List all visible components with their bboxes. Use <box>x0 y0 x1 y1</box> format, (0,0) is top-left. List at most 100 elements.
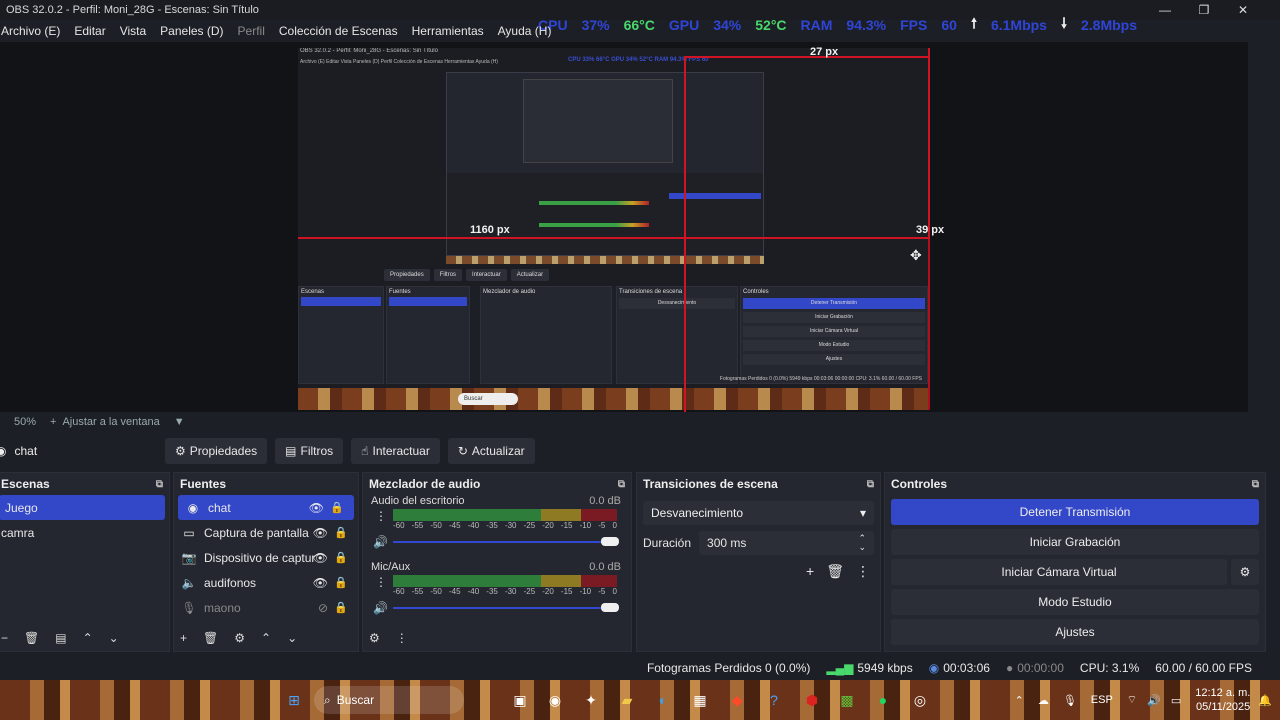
spotify-icon[interactable]: ● <box>871 688 895 712</box>
spinner-icon[interactable]: ⌃ ⌄ <box>858 534 866 552</box>
menu-tools[interactable]: Herramientas <box>405 24 491 38</box>
menu-docks[interactable]: Paneles (D) <box>153 24 230 38</box>
visibility-eye-icon[interactable]: 👁 <box>313 526 328 540</box>
zoom-dropdown-icon[interactable]: ▼ <box>174 416 185 428</box>
advanced-audio-icon[interactable]: ⚙ <box>369 631 380 645</box>
source-item[interactable]: 📷 Dispositivo de captura 👁 🔒 <box>174 545 358 570</box>
task-view-icon[interactable]: ▣ <box>508 688 532 712</box>
volume-slider[interactable] <box>393 541 617 543</box>
zoom-plus-icon[interactable]: + <box>50 416 56 428</box>
track-menu-icon[interactable]: ⋮ <box>375 575 387 589</box>
cloud-icon[interactable]: ☁ <box>1038 694 1049 707</box>
app-icon[interactable]: ⬢ <box>800 688 824 712</box>
wifi-icon[interactable]: ⌔ <box>1127 693 1137 707</box>
undock-icon[interactable]: ⧉ <box>867 479 874 490</box>
chrome-icon[interactable]: ◉ <box>543 688 567 712</box>
volume-slider[interactable] <box>393 607 617 609</box>
maximize-button[interactable]: ❐ <box>1184 0 1224 20</box>
trash-icon[interactable]: 🗑 <box>24 631 39 645</box>
track-menu-icon[interactable]: ⋮ <box>375 509 387 523</box>
nested-preview-source[interactable]: OBS 32.0.2 - Perfil: Moni_28G - Escenas:… <box>298 48 930 410</box>
cpu-usage: CPU: 3.1% <box>1079 661 1140 675</box>
speaker-icon[interactable]: 🔊 <box>373 601 388 615</box>
trash-icon[interactable]: 🗑 <box>826 563 844 580</box>
transition-menu-icon[interactable]: ⋮ <box>856 563 870 580</box>
studio-mode-button[interactable]: Modo Estudio <box>891 589 1259 615</box>
volume-slider-handle[interactable] <box>601 603 619 612</box>
lock-icon[interactable]: 🔒 <box>334 526 348 539</box>
mixer-menu-icon[interactable]: ⋮ <box>396 631 408 645</box>
edge-icon[interactable]: ◐ <box>651 688 675 712</box>
menu-help[interactable]: Ayuda (H) <box>491 24 559 38</box>
stop-streaming-button[interactable]: Detener Transmisión <box>891 499 1259 525</box>
zoom-fit[interactable]: Ajustar a la ventana <box>62 416 159 428</box>
taskbar-search[interactable]: ⌕ Buscar <box>314 686 464 714</box>
battery-icon[interactable]: ▭ <box>1171 694 1181 707</box>
source-item[interactable]: 🔈 audifonos 👁 🔒 <box>174 570 358 595</box>
lock-icon[interactable]: 🔒 <box>334 601 348 614</box>
add-source-icon[interactable]: + <box>180 631 187 645</box>
scene-item[interactable]: Juego <box>0 495 165 520</box>
copilot-icon[interactable]: ✦ <box>579 688 603 712</box>
refresh-button[interactable]: ↻ Actualizar <box>447 438 535 464</box>
source-item[interactable]: ◉ chat 👁 🔒 <box>178 495 354 520</box>
obs-icon[interactable]: ◎ <box>908 688 932 712</box>
speaker-icon[interactable]: 🔊 <box>373 535 388 549</box>
menu-profile[interactable]: Perfil <box>231 24 272 38</box>
undock-icon[interactable]: ⧉ <box>1252 479 1259 490</box>
lock-icon[interactable]: 🔒 <box>330 501 344 514</box>
settings-button[interactable]: Ajustes <box>891 619 1259 645</box>
volume-icon[interactable]: 🔊 <box>1147 694 1161 707</box>
move-up-icon[interactable]: ⌃ <box>83 631 93 645</box>
clock[interactable]: 12:12 a. m. 05/11/2025 <box>1195 686 1250 714</box>
start-virtual-camera-button[interactable]: Iniciar Cámara Virtual <box>891 559 1227 585</box>
undock-icon[interactable]: ⧉ <box>156 479 163 490</box>
language-indicator[interactable]: ESP <box>1091 694 1113 706</box>
source-item[interactable]: ▭ Captura de pantalla 👁 🔒 <box>174 520 358 545</box>
scene-item[interactable]: camra <box>0 520 169 545</box>
track-db: 0.0 dB <box>589 561 621 573</box>
app-red-icon[interactable]: ◆ <box>725 688 749 712</box>
move-up-icon[interactable]: ⌃ <box>261 631 271 645</box>
game-icon[interactable]: ▩ <box>835 688 859 712</box>
visibility-eye-icon[interactable]: 👁 <box>313 576 328 590</box>
menu-view[interactable]: Vista <box>113 24 153 38</box>
source-item[interactable]: 🎙 maono ⊘ 🔒 <box>174 595 358 620</box>
lock-icon[interactable]: 🔒 <box>334 551 348 564</box>
undock-icon[interactable]: ⧉ <box>618 479 625 490</box>
add-transition-icon[interactable]: + <box>806 563 814 580</box>
visibility-eye-icon[interactable]: 👁 <box>313 551 328 565</box>
hidden-eye-icon[interactable]: ⊘ <box>318 601 328 615</box>
scene-filters-icon[interactable]: ▤ <box>55 631 66 645</box>
close-button[interactable]: ✕ <box>1223 0 1263 20</box>
windows-start-icon[interactable]: ⊞ <box>282 688 306 712</box>
store-icon[interactable]: ▦ <box>688 688 712 712</box>
gpu-temp: 52°C <box>755 17 787 33</box>
menu-edit[interactable]: Editar <box>67 24 112 38</box>
zoom-level[interactable]: 50% <box>14 416 36 428</box>
duration-input[interactable]: 300 ms ⌃ ⌄ <box>699 531 874 555</box>
interact-button[interactable]: ☝ Interactuar <box>351 438 440 464</box>
gear-icon[interactable]: ⚙ <box>234 631 245 645</box>
volume-slider-handle[interactable] <box>601 537 619 546</box>
notification-icon[interactable]: 🔔 <box>1258 694 1272 707</box>
start-recording-button[interactable]: Iniciar Grabación <box>891 529 1259 555</box>
chevron-up-icon[interactable]: ⌃ <box>1015 694 1024 707</box>
transition-select[interactable]: Desvanecimiento ▾ <box>643 501 874 525</box>
file-explorer-icon[interactable]: ▰ <box>615 688 639 712</box>
help-icon[interactable]: ? <box>762 688 786 712</box>
minimize-button[interactable]: — <box>1145 0 1185 20</box>
preview-scrollbar[interactable] <box>1248 42 1280 412</box>
move-down-icon[interactable]: ⌄ <box>109 631 119 645</box>
vcam-settings-gear-icon[interactable]: ⚙ <box>1231 559 1259 585</box>
lock-icon[interactable]: 🔒 <box>334 576 348 589</box>
properties-button[interactable]: ⚙ Propiedades <box>165 438 268 464</box>
filters-button[interactable]: ▤ Filtros <box>275 438 344 464</box>
microphone-icon[interactable]: 🎙 <box>1063 694 1077 707</box>
move-down-icon[interactable]: ⌄ <box>287 631 297 645</box>
menu-scene-collection[interactable]: Colección de Escenas <box>272 24 405 38</box>
trash-icon[interactable]: 🗑 <box>203 631 218 645</box>
remove-scene-icon[interactable]: − <box>1 631 8 645</box>
menu-file[interactable]: Archivo (E) <box>0 24 67 38</box>
visibility-eye-icon[interactable]: 👁 <box>309 501 324 515</box>
